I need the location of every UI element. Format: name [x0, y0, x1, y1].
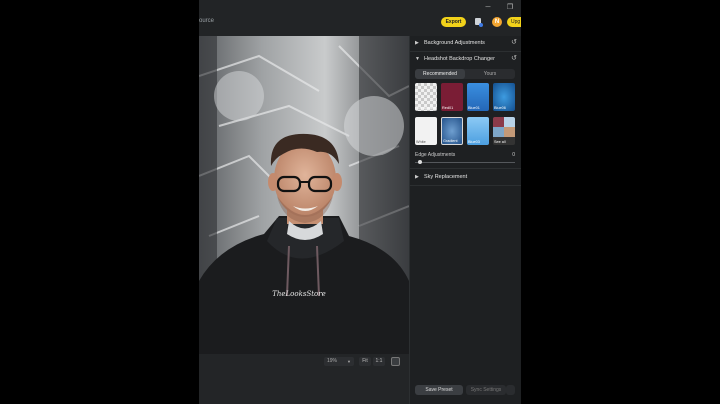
zoom-level-select[interactable]: 19% ▼ — [324, 357, 354, 366]
window-title: ource — [199, 18, 215, 24]
preset-label: Red01 — [442, 106, 454, 110]
compare-icon[interactable] — [391, 357, 400, 366]
portrait-photo: TheLooksStore — [199, 36, 409, 354]
section-label: Sky Replacement — [424, 174, 468, 180]
edge-adjustments-value: 0 — [512, 152, 515, 158]
bookmark-icon[interactable] — [474, 17, 483, 27]
fit-button[interactable]: Fit — [359, 357, 371, 366]
preset-blue06[interactable]: Blue06 — [493, 83, 515, 111]
preset-see-all[interactable]: See all — [493, 117, 515, 145]
edge-adjustments-slider[interactable] — [415, 162, 515, 163]
export-button[interactable]: Export — [441, 17, 466, 27]
preset-label: White — [416, 140, 426, 144]
preset-label: Blue03 — [468, 140, 480, 144]
preset-blue03[interactable]: Blue03 — [467, 117, 489, 145]
zoom-level-value: 19% — [327, 358, 338, 364]
caret-down-icon: ▼ — [415, 56, 420, 62]
top-bar: ource ─ ❐ Export N Upg — [199, 0, 521, 36]
photo-canvas[interactable]: TheLooksStore — [199, 36, 409, 354]
preset-gradient[interactable]: Gradient — [441, 117, 463, 145]
sync-settings-button[interactable]: Sync Settings — [466, 385, 506, 395]
preset-transparent[interactable]: Transparent — [415, 83, 437, 111]
avatar[interactable]: N — [492, 17, 502, 27]
edge-adjustments-label: Edge Adjustments — [415, 152, 456, 158]
adjustments-panel: ▶ Background Adjustments ↺ ▼ Headshot Ba… — [409, 36, 521, 404]
section-headshot-backdrop-changer[interactable]: ▼ Headshot Backdrop Changer ↺ — [410, 52, 521, 66]
minimize-icon[interactable]: ─ — [483, 4, 493, 12]
section-label: Background Adjustments — [424, 40, 485, 46]
one-to-one-button[interactable]: 1:1 — [373, 357, 385, 366]
preset-label: Blue01 — [468, 106, 480, 110]
save-preset-button[interactable]: Save Preset — [415, 385, 463, 395]
preset-label: Gradient — [443, 139, 458, 143]
preset-white[interactable]: White — [415, 117, 437, 145]
sync-options-button[interactable] — [506, 385, 515, 395]
editor-app: ource ─ ❐ Export N Upg TheLooksStore 19%… — [199, 0, 521, 404]
tab-recommended[interactable]: Recommended — [415, 69, 465, 79]
preset-red01[interactable]: Red01 — [441, 83, 463, 111]
chevron-down-icon: ▼ — [347, 359, 351, 364]
upgrade-button[interactable]: Upg — [507, 17, 521, 27]
section-background-adjustments[interactable]: ▶ Background Adjustments ↺ — [410, 36, 521, 50]
preset-label: Blue06 — [494, 106, 506, 110]
preset-label: See all — [494, 140, 506, 144]
tab-yours[interactable]: Yours — [465, 69, 515, 79]
hoodie-print: TheLooksStore — [272, 290, 326, 298]
maximize-icon[interactable]: ❐ — [505, 4, 515, 12]
reset-icon[interactable]: ↺ — [511, 52, 517, 66]
divider — [410, 168, 521, 169]
reset-icon[interactable]: ↺ — [511, 36, 517, 50]
caret-right-icon: ▶ — [415, 174, 419, 180]
divider — [410, 185, 521, 186]
slider-handle[interactable] — [418, 160, 422, 164]
section-sky-replacement[interactable]: ▶ Sky Replacement — [410, 170, 521, 184]
preset-label: Transparent — [416, 106, 436, 110]
section-label: Headshot Backdrop Changer — [424, 56, 495, 62]
preset-tabs: Recommended Yours — [415, 69, 515, 79]
preset-blue01[interactable]: Blue01 — [467, 83, 489, 111]
caret-right-icon: ▶ — [415, 40, 419, 46]
